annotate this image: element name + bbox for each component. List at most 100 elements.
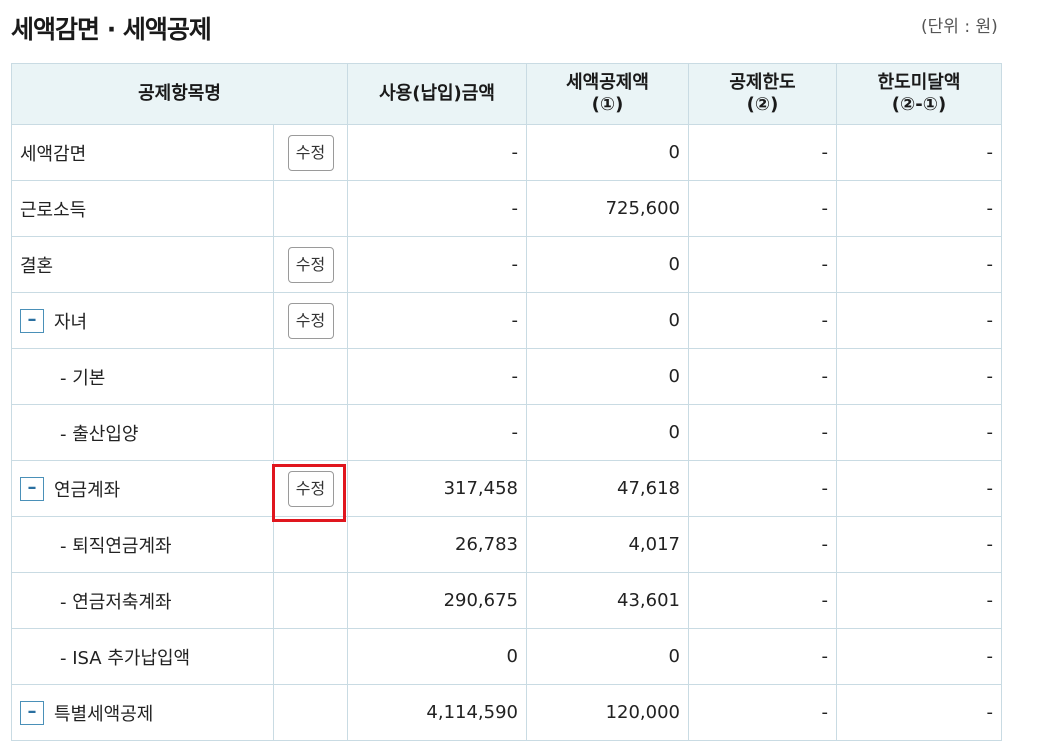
remaining-cell: -	[836, 236, 1002, 293]
limit-cell: -	[688, 460, 837, 517]
table-row: - 연금저축계좌 290,675 43,601 - -	[11, 572, 1002, 629]
edit-cell	[273, 572, 348, 629]
edit-button[interactable]: 수정	[287, 246, 334, 283]
edit-button[interactable]: 수정	[287, 134, 334, 171]
edit-cell	[273, 180, 348, 237]
row-label: 특별세액공제	[54, 703, 154, 725]
amount-cell: 4,114,590	[347, 684, 527, 741]
limit-cell: -	[688, 180, 837, 237]
edit-cell	[273, 516, 348, 573]
amount-cell: -	[347, 348, 527, 405]
edit-cell: 수정	[273, 460, 348, 517]
header-deduction-line1: 세액공제액	[566, 72, 649, 93]
row-label: 세액감면	[11, 124, 274, 181]
table-row: - ISA 추가납입액 0 0 - -	[11, 628, 1002, 685]
limit-cell: -	[688, 684, 837, 741]
deduction-cell: 0	[526, 292, 689, 349]
row-label: - 출산입양	[11, 404, 274, 461]
edit-cell: 수정	[273, 236, 348, 293]
remaining-cell: -	[836, 684, 1002, 741]
row-label: - 연금저축계좌	[11, 572, 274, 629]
amount-cell: 290,675	[347, 572, 527, 629]
remaining-cell: -	[836, 404, 1002, 461]
remaining-cell: -	[836, 460, 1002, 517]
table-header-row: 공제항목명 사용(납입)금액 세액공제액 (①) 공제한도 (②) 한도미달액 …	[11, 63, 1002, 125]
deduction-cell: 47,618	[526, 460, 689, 517]
amount-cell: -	[347, 124, 527, 181]
edit-cell	[273, 628, 348, 685]
table-row: 결혼 수정 - 0 - -	[11, 236, 1002, 293]
collapse-icon[interactable]: –	[20, 308, 44, 333]
remaining-cell: -	[836, 572, 1002, 629]
row-label: - 기본	[11, 348, 274, 405]
table-row: - 퇴직연금계좌 26,783 4,017 - -	[11, 516, 1002, 573]
header-limit-line2: (②)	[746, 94, 779, 115]
amount-cell: 0	[347, 628, 527, 685]
remaining-cell: -	[836, 124, 1002, 181]
limit-cell: -	[688, 572, 837, 629]
edit-cell	[273, 684, 348, 741]
table-row: – 자녀 수정 - 0 - -	[11, 292, 1002, 349]
row-label-cell: – 연금계좌	[11, 460, 274, 517]
header-item-name: 공제항목명	[11, 63, 348, 125]
edit-button[interactable]: 수정	[287, 302, 334, 339]
deduction-cell: 120,000	[526, 684, 689, 741]
limit-cell: -	[688, 348, 837, 405]
header-remaining: 한도미달액 (②-①)	[836, 63, 1002, 125]
edit-cell: 수정	[273, 124, 348, 181]
remaining-cell: -	[836, 628, 1002, 685]
table-row: – 특별세액공제 4,114,590 120,000 - -	[11, 684, 1002, 741]
limit-cell: -	[688, 628, 837, 685]
amount-cell: -	[347, 236, 527, 293]
row-label: 결혼	[11, 236, 274, 293]
amount-cell: 317,458	[347, 460, 527, 517]
row-label-cell: – 자녀	[11, 292, 274, 349]
limit-cell: -	[688, 516, 837, 573]
amount-cell: 26,783	[347, 516, 527, 573]
header-amount: 사용(납입)금액	[347, 63, 527, 125]
table-row: 근로소득 - 725,600 - -	[11, 180, 1002, 237]
deduction-cell: 0	[526, 628, 689, 685]
row-label: - 퇴직연금계좌	[11, 516, 274, 573]
remaining-cell: -	[836, 180, 1002, 237]
edit-cell	[273, 404, 348, 461]
tax-credit-table: 공제항목명 사용(납입)금액 세액공제액 (①) 공제한도 (②) 한도미달액 …	[11, 63, 1002, 741]
amount-cell: -	[347, 404, 527, 461]
collapse-icon[interactable]: –	[20, 476, 44, 501]
table-row: - 기본 - 0 - -	[11, 348, 1002, 405]
header-limit: 공제한도 (②)	[688, 63, 837, 125]
table-row: – 연금계좌 수정 317,458 47,618 - -	[11, 460, 1002, 517]
deduction-cell: 0	[526, 236, 689, 293]
deduction-cell: 0	[526, 124, 689, 181]
deduction-cell: 0	[526, 348, 689, 405]
row-label-cell: – 특별세액공제	[11, 684, 274, 741]
page-title: 세액감면 · 세액공제	[11, 15, 212, 44]
header-limit-line1: 공제한도	[729, 72, 796, 93]
table-row: - 출산입양 - 0 - -	[11, 404, 1002, 461]
amount-cell: -	[347, 292, 527, 349]
table-row: 세액감면 수정 - 0 - -	[11, 124, 1002, 181]
remaining-cell: -	[836, 348, 1002, 405]
header-remaining-line2: (②-①)	[891, 94, 947, 115]
row-label: - ISA 추가납입액	[11, 628, 274, 685]
edit-cell	[273, 348, 348, 405]
unit-label: (단위 : 원)	[921, 17, 998, 37]
limit-cell: -	[688, 236, 837, 293]
edit-cell: 수정	[273, 292, 348, 349]
deduction-cell: 0	[526, 404, 689, 461]
deduction-cell: 725,600	[526, 180, 689, 237]
remaining-cell: -	[836, 292, 1002, 349]
row-label: 자녀	[54, 311, 88, 333]
amount-cell: -	[347, 180, 527, 237]
header-remaining-line1: 한도미달액	[877, 72, 961, 93]
deduction-cell: 4,017	[526, 516, 689, 573]
edit-button-pension[interactable]: 수정	[287, 470, 334, 507]
collapse-icon[interactable]: –	[20, 700, 44, 725]
header-deduction: 세액공제액 (①)	[526, 63, 689, 125]
limit-cell: -	[688, 292, 837, 349]
limit-cell: -	[688, 124, 837, 181]
header-deduction-line2: (①)	[591, 94, 624, 115]
row-label: 연금계좌	[54, 479, 121, 501]
deduction-cell: 43,601	[526, 572, 689, 629]
remaining-cell: -	[836, 516, 1002, 573]
